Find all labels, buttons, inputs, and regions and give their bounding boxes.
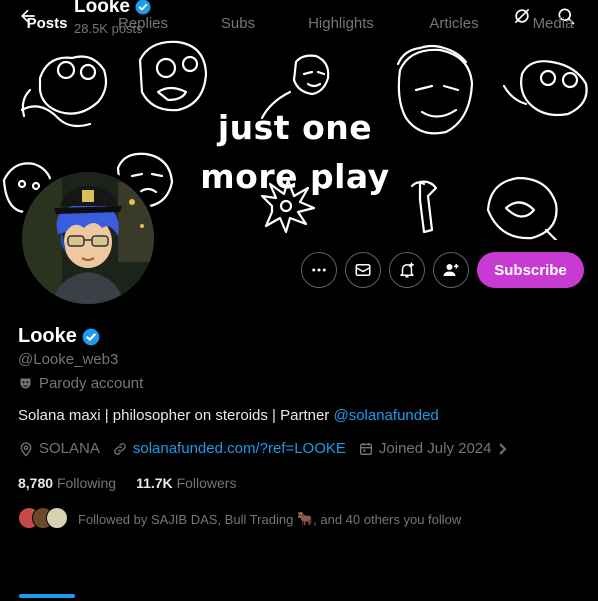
notifications-button[interactable] <box>389 252 425 288</box>
parody-text: Parody account <box>39 375 144 392</box>
following-stat[interactable]: 8,780 Following <box>18 475 116 491</box>
message-button[interactable] <box>345 252 381 288</box>
tab-articles[interactable]: Articles <box>420 0 488 47</box>
following-count: 8,780 <box>18 475 54 491</box>
followed-by-text: Followed by SAJIB DAS, Bull Trading <box>78 511 294 527</box>
more-dots-icon <box>312 268 326 272</box>
profile-handle: @Looke_web3 <box>18 351 119 368</box>
follower-avatars <box>18 507 72 531</box>
verified-badge-icon <box>82 328 100 345</box>
banner-text-line2: more play <box>200 157 390 196</box>
profile-avatar[interactable] <box>18 168 158 308</box>
location-text: SOLANA <box>39 440 100 457</box>
avatar-image <box>22 172 154 304</box>
bull-emoji: 🐂 <box>296 511 314 526</box>
user-add-icon <box>443 264 459 276</box>
joined-item[interactable]: Joined July 2024 <box>358 440 509 457</box>
more-button[interactable] <box>301 252 337 288</box>
followed-by-row[interactable]: Followed by SAJIB DAS, Bull Trading 🐂, a… <box>18 507 461 531</box>
subscribe-button[interactable]: Subscribe <box>477 252 584 288</box>
followers-label: Followers <box>176 475 237 491</box>
tab-replies[interactable]: Replies <box>108 0 178 47</box>
active-tab-indicator <box>19 594 75 598</box>
followers-count: 11.7K <box>136 475 173 491</box>
website-item: solanafunded.com/?ref=LOOKE <box>112 440 346 457</box>
location-pin-icon <box>20 441 32 457</box>
followers-stat[interactable]: 11.7K Followers <box>136 475 236 491</box>
calendar-icon <box>359 442 372 455</box>
joined-text: Joined July 2024 <box>378 440 492 457</box>
tab-media[interactable]: Media <box>524 0 582 47</box>
mask-icon <box>20 378 31 389</box>
location-item: SOLANA <box>18 440 100 457</box>
bell-plus-icon <box>400 262 414 278</box>
top-bar: Looke 28.5K posts <box>0 0 598 40</box>
follow-stats: 8,780 Following 11.7K Followers <box>18 475 236 491</box>
tab-highlights[interactable]: Highlights <box>300 0 382 47</box>
tab-subs[interactable]: Subs <box>210 0 266 47</box>
profile-name-row: Looke <box>18 325 101 348</box>
link-icon <box>113 442 126 455</box>
follower-avatar <box>46 507 68 529</box>
envelope-icon <box>355 264 371 276</box>
bio-mention-link[interactable]: @solanafunded <box>333 407 438 424</box>
profile-bio: Solana maxi | philosopher on steroids | … <box>18 407 439 424</box>
bio-text: Solana maxi | philosopher on steroids | … <box>18 407 334 424</box>
parody-label: Parody account <box>18 375 143 392</box>
following-label: Following <box>56 475 117 491</box>
profile-name: Looke <box>18 325 77 347</box>
tab-posts[interactable]: Posts <box>19 0 75 47</box>
website-link[interactable]: solanafunded.com/?ref=LOOKE <box>133 440 346 457</box>
follow-button[interactable] <box>433 252 469 288</box>
banner-text-line1: just one <box>217 108 373 147</box>
followed-by-suffix: , and 40 others you follow <box>313 511 462 527</box>
chevron-right-icon <box>498 442 506 455</box>
profile-meta: SOLANA solanafunded.com/?ref=LOOKE Joine… <box>18 440 521 457</box>
